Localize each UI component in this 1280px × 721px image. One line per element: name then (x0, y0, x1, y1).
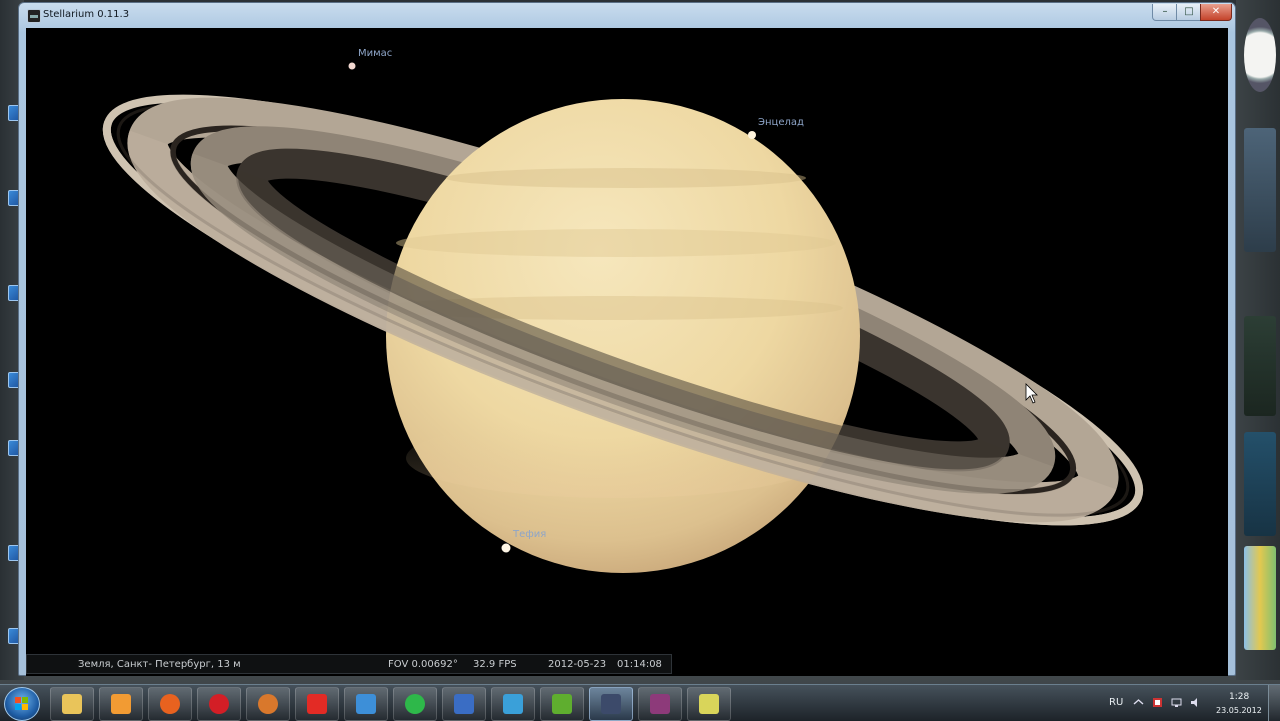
stellarium-app-icon (27, 9, 41, 23)
minimize-button[interactable]: – (1152, 4, 1178, 21)
taskbar-app-button[interactable] (50, 687, 94, 721)
taskbar-app-button[interactable] (393, 687, 437, 721)
taskbar-app-button[interactable] (491, 687, 535, 721)
taskbar-app-button[interactable] (344, 687, 388, 721)
taskbar-app-button[interactable] (295, 687, 339, 721)
yandex-icon (307, 694, 327, 714)
folder-icon (62, 694, 82, 714)
start-button[interactable] (4, 687, 40, 721)
language-indicator[interactable]: RU (1109, 697, 1123, 708)
gadget-column (1236, 0, 1280, 680)
show-desktop-button[interactable] (1268, 685, 1280, 721)
window-title: Stellarium 0.11.3 (43, 9, 130, 20)
taskbar-app-button[interactable] (197, 687, 241, 721)
moon-mimas[interactable] (348, 62, 356, 70)
sidebar-gadget[interactable] (1244, 546, 1276, 650)
window-titlebar[interactable]: Stellarium 0.11.3 – □ ✕ (19, 3, 1235, 27)
taskbar-app-button[interactable] (442, 687, 486, 721)
icq-at-icon (405, 694, 425, 714)
network-icon[interactable] (1171, 697, 1182, 708)
maximize-button[interactable]: □ (1176, 4, 1202, 21)
download-icon (552, 694, 572, 714)
winrar-icon (650, 694, 670, 714)
moon-label-tethys: Тефия (513, 529, 547, 540)
saturn-scene (102, 62, 1144, 573)
status-bar: Земля, Санкт- Петербург, 13 м FOV 0.0069… (26, 654, 672, 674)
firefox-alt-icon (258, 694, 278, 714)
taskbar-app-button[interactable] (99, 687, 143, 721)
notes-icon (699, 694, 719, 714)
moon-label-enceladus: Энцелад (758, 117, 804, 128)
mail-icon (356, 694, 376, 714)
clock-date[interactable]: 23.05.2012 (1216, 706, 1262, 715)
archive-icon (454, 694, 474, 714)
windows-logo-icon (15, 697, 29, 711)
stellarium-window: Stellarium 0.11.3 – □ ✕ Мимас Энцелад Те… (18, 2, 1236, 676)
taskbar-app-button[interactable] (589, 687, 633, 721)
firefox-icon (160, 694, 180, 714)
volume-icon[interactable] (1190, 697, 1201, 708)
torrent-icon (503, 694, 523, 714)
date-text: 2012-05-23 (548, 659, 607, 670)
sky-view[interactable]: Мимас Энцелад Тефия Земля, Санкт- Петерб… (26, 28, 1228, 676)
cpu-meter-gadget[interactable] (1244, 316, 1276, 416)
fov-text: FOV 0.00692° (388, 659, 458, 670)
clock-gadget[interactable] (1244, 18, 1276, 92)
stellarium-icon (601, 694, 621, 714)
action-center-icon[interactable] (1152, 697, 1163, 708)
clock-time[interactable]: 1:28 (1229, 692, 1249, 702)
network-meter-gadget[interactable] (1244, 432, 1276, 536)
moon-enceladus[interactable] (748, 131, 756, 139)
minimize-icon: – (1162, 6, 1168, 17)
moon-label-mimas: Мимас (358, 48, 393, 59)
taskbar-app-button[interactable] (638, 687, 682, 721)
close-icon: ✕ (1211, 6, 1221, 17)
moon-tethys[interactable] (501, 543, 511, 553)
time-text: 01:14:08 (617, 659, 662, 670)
taskbar-app-button[interactable] (540, 687, 584, 721)
location-text: Земля, Санкт- Петербург, 13 м (78, 659, 241, 670)
taskbar-app-button[interactable] (687, 687, 731, 721)
taskbar: RU 1:28 23.05.2012 (0, 684, 1280, 721)
maximize-icon: □ (1184, 6, 1194, 17)
tray-arrow-icon[interactable] (1133, 697, 1144, 708)
taskbar-app-button[interactable] (246, 687, 290, 721)
taskbar-app-button[interactable] (148, 687, 192, 721)
media-player-icon (111, 694, 131, 714)
close-button[interactable]: ✕ (1200, 4, 1232, 21)
fps-text: 32.9 FPS (473, 659, 517, 670)
opera-icon (209, 694, 229, 714)
weather-gadget[interactable] (1244, 128, 1276, 252)
